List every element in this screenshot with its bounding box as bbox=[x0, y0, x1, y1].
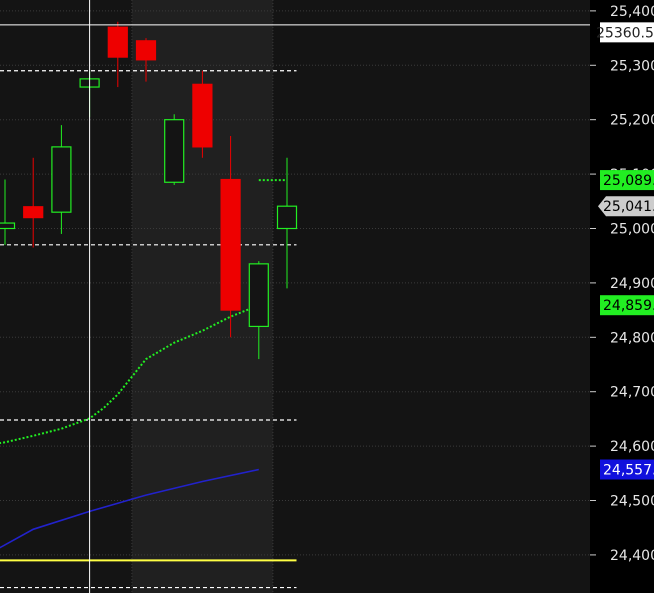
tick-label: 24,600 bbox=[610, 439, 654, 455]
price-tag-label: 25360.53 bbox=[596, 25, 654, 41]
candle-body-up bbox=[51, 146, 72, 213]
candle-body-down bbox=[23, 206, 44, 219]
price-tag: 25,089. bbox=[600, 170, 654, 191]
price-tag: 25,041. bbox=[598, 196, 654, 217]
price-chart[interactable]: 24,400 24,500 24,600 24,700 24,800 24,900 25,0… bbox=[0, 0, 654, 593]
tick-label: 25,200 bbox=[610, 113, 654, 129]
price-tag: 25360.53 bbox=[596, 22, 654, 43]
candle-body-up bbox=[0, 222, 16, 230]
candle bbox=[192, 70, 213, 158]
plot-area[interactable] bbox=[0, 0, 590, 593]
candle-body-down bbox=[107, 26, 128, 58]
tick-label: 24,700 bbox=[610, 385, 654, 401]
candle-body-down bbox=[135, 40, 157, 61]
tick-label: 24,400 bbox=[610, 548, 654, 564]
price-tag: 24,557. bbox=[600, 459, 654, 480]
tick-label: 24,500 bbox=[610, 494, 654, 510]
candle bbox=[164, 114, 185, 185]
candle-body-down bbox=[220, 178, 241, 311]
tick-label: 25,300 bbox=[610, 58, 654, 74]
price-tag-label: 24,859. bbox=[603, 298, 654, 314]
price-tag: 24,859. bbox=[600, 295, 654, 316]
price-tag-label: 25,041. bbox=[603, 199, 654, 215]
tick-label: 25,000 bbox=[610, 221, 654, 237]
candle-body-down bbox=[192, 83, 213, 148]
tick-label: 24,800 bbox=[610, 330, 654, 346]
candle-body-up bbox=[276, 205, 298, 230]
price-tag-label: 25,089. bbox=[603, 173, 654, 189]
candle-body-up bbox=[248, 263, 269, 328]
tick-label: 24,900 bbox=[610, 276, 654, 292]
price-tag-label: 24,557. bbox=[603, 463, 654, 479]
tick-label: 25,400 bbox=[610, 4, 654, 20]
candle-body-up bbox=[164, 119, 185, 183]
